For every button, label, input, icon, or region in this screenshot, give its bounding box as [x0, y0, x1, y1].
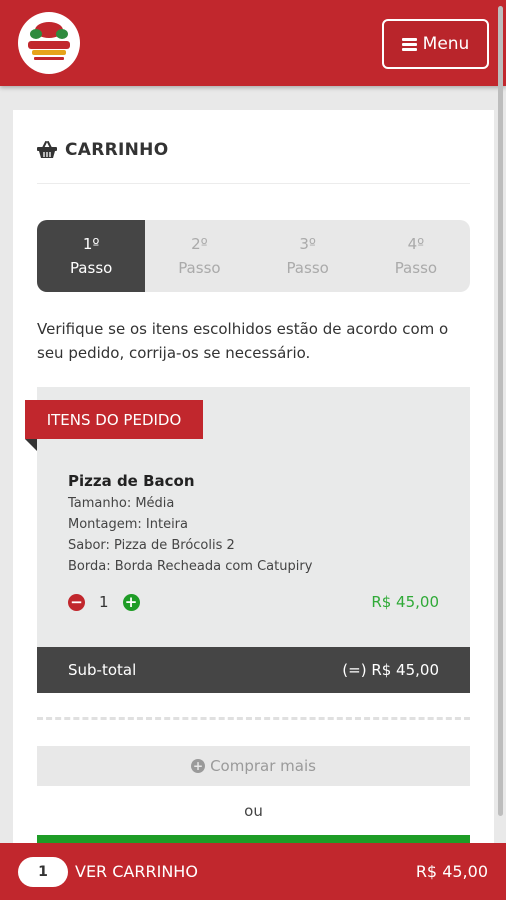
- plus-circle-icon: +: [191, 759, 206, 773]
- ribbon-fold: [25, 439, 37, 451]
- checkout-steps: 1º Passo 2º Passo 3º Passo 4º Passo: [37, 220, 470, 292]
- subtotal-label: Sub-total: [68, 661, 137, 679]
- buy-more-button[interactable]: + Comprar mais: [37, 746, 470, 786]
- step-number: 3º: [299, 235, 316, 253]
- top-bar: Menu: [0, 0, 506, 86]
- item-name: Pizza de Bacon: [68, 472, 195, 490]
- step-number: 1º: [82, 235, 100, 253]
- step-label: Passo: [286, 259, 329, 277]
- scrollbar[interactable]: [498, 6, 503, 816]
- dashed-divider: [37, 717, 470, 720]
- step-2[interactable]: 2º Passo: [145, 220, 253, 292]
- restaurant-logo[interactable]: [18, 12, 80, 74]
- item-size: Tamanho: Média: [68, 496, 175, 511]
- buy-more-label: Comprar mais: [210, 757, 316, 775]
- step-label: Passo: [178, 259, 221, 277]
- item-flavor: Sabor: Pizza de Brócolis 2: [68, 538, 235, 553]
- increase-quantity-button[interactable]: +: [122, 593, 140, 611]
- subtotal-bar: Sub-total (=) R$ 45,00: [37, 647, 470, 693]
- decrease-quantity-button[interactable]: −: [68, 593, 85, 611]
- menu-button[interactable]: Menu: [382, 19, 489, 69]
- step-number: 4º: [407, 235, 425, 253]
- item-crust: Borda: Borda Recheada com Catupiry: [68, 559, 313, 574]
- basket-icon: [37, 141, 57, 158]
- quantity-value: 1: [99, 593, 109, 611]
- step-label: Passo: [394, 259, 438, 277]
- step-number: 2º: [191, 235, 208, 253]
- view-cart-label: VER CARRINHO: [75, 862, 198, 881]
- hamburger-icon: [401, 37, 417, 51]
- subtotal-value: (=) R$ 45,00: [342, 661, 439, 679]
- cart-title: CARRINHO: [65, 140, 169, 160]
- cart-count-badge: 1: [18, 856, 68, 887]
- instructions-text: Verifique se os itens escolhidos estão d…: [37, 320, 449, 362]
- step-3[interactable]: 3º Passo: [254, 220, 362, 292]
- step-label: Passo: [69, 259, 113, 277]
- order-items-ribbon: ITENS DO PEDIDO: [25, 400, 203, 439]
- step-1[interactable]: 1º Passo: [37, 220, 146, 292]
- logo-icon: [19, 13, 79, 73]
- header-divider: [37, 183, 470, 184]
- quantity-stepper: − 1 +: [68, 593, 140, 611]
- cart-total: R$ 45,00: [415, 862, 488, 881]
- item-price: R$ 45,00: [371, 593, 439, 611]
- or-separator: ou: [244, 802, 263, 820]
- step-4[interactable]: 4º Passo: [362, 220, 470, 292]
- cart-header: CARRINHO: [37, 140, 168, 160]
- menu-button-label: Menu: [422, 34, 470, 54]
- item-assembly: Montagem: Inteira: [68, 517, 188, 532]
- view-cart-bar[interactable]: 1 VER CARRINHO R$ 45,00: [0, 843, 506, 900]
